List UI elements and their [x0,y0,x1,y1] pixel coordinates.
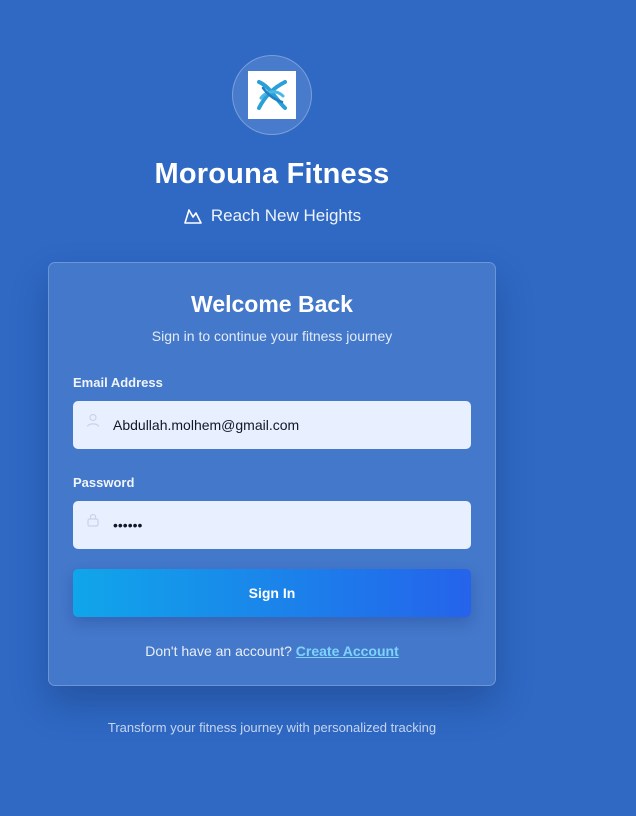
email-label: Email Address [73,375,163,390]
password-field-wrapper [73,501,471,549]
login-card: Welcome Back Sign in to continue your fi… [48,262,496,686]
user-icon [73,413,113,427]
logo-badge [232,55,312,135]
footer-note: Transform your fitness journey with pers… [107,720,437,735]
card-subtitle: Sign in to continue your fitness journey [151,328,393,344]
logo-image [248,71,296,119]
signup-prompt: Don't have an account? Create Account [49,643,495,659]
tagline-text: Reach New Heights [210,206,362,225]
email-field-wrapper [73,401,471,449]
mountain-icon [184,209,202,224]
password-field[interactable] [113,517,453,533]
tagline: Reach New Heights [0,206,544,226]
password-label: Password [73,475,135,490]
no-account-text: Don't have an account? [145,643,292,659]
create-account-link[interactable]: Create Account [296,643,399,659]
app-title: Morouna Fitness [154,158,390,190]
email-field[interactable] [113,417,453,433]
sign-in-button[interactable]: Sign In [73,569,471,617]
lock-icon [73,513,113,527]
ribbon-logo-icon [257,80,287,110]
card-title: Welcome Back [191,291,353,317]
